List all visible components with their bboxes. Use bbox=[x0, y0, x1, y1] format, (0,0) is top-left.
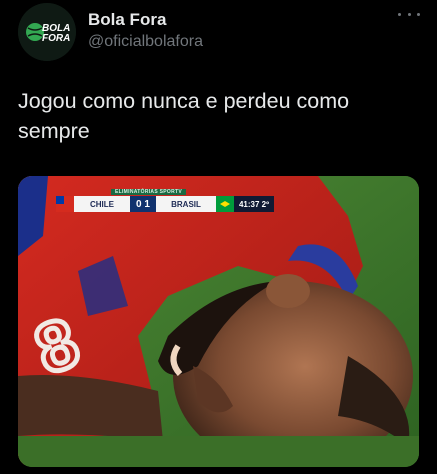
bola-fora-logo: BOLA FORA bbox=[18, 3, 76, 61]
dot bbox=[417, 12, 420, 16]
scoreboard: ELIMINATÓRIAS SPORTV CHILE 0 1 BRASIL 41… bbox=[56, 189, 292, 212]
away-team: BRASIL bbox=[156, 196, 216, 212]
avatar-text-bottom: FORA bbox=[42, 33, 70, 44]
tweet: BOLA FORA Bola Fora @oficialbolafora Jog… bbox=[0, 0, 437, 474]
match-photo: 8 bbox=[18, 176, 419, 467]
dot bbox=[398, 12, 401, 16]
home-team: CHILE bbox=[74, 196, 130, 212]
scoreboard-banner: ELIMINATÓRIAS SPORTV bbox=[111, 189, 187, 195]
tweet-photo[interactable]: 8 ELIMINATÓRIAS SPORTV CHILE 0 1 BRASIL … bbox=[18, 176, 419, 467]
tweet-text: Jogou como nunca e perdeu como sempre bbox=[18, 89, 350, 143]
display-name[interactable]: Bola Fora bbox=[88, 10, 166, 30]
brazil-flag-icon bbox=[216, 196, 234, 212]
user-handle[interactable]: @oficialbolafora bbox=[88, 33, 203, 51]
dot bbox=[407, 12, 411, 16]
score: 0 1 bbox=[130, 196, 156, 212]
match-clock: 41:37 2º bbox=[234, 196, 274, 212]
more-dots-icon[interactable] bbox=[398, 6, 420, 22]
chile-flag-icon bbox=[56, 196, 74, 212]
avatar[interactable]: BOLA FORA bbox=[18, 3, 76, 61]
